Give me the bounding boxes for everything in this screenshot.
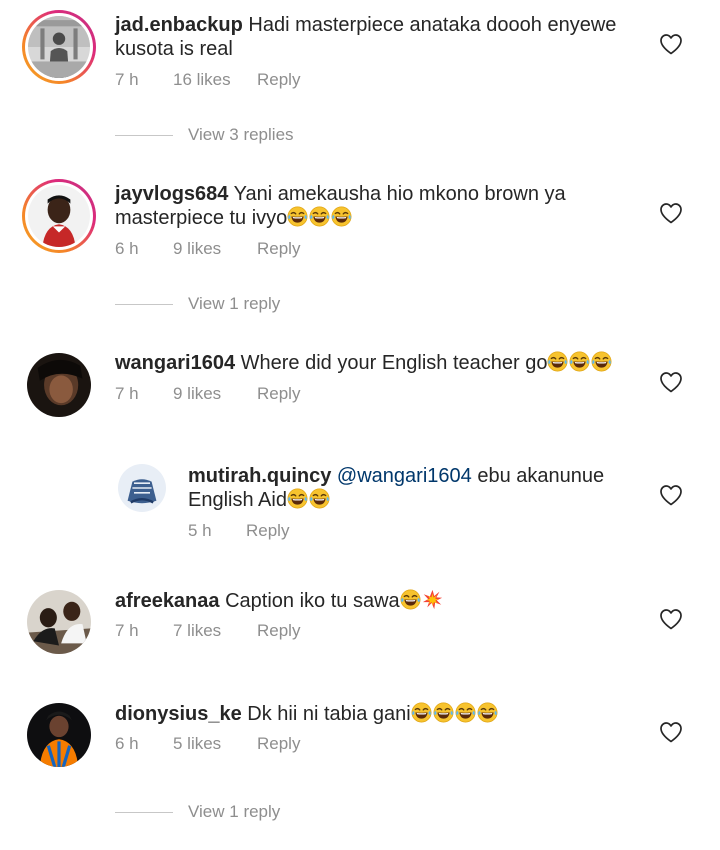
timestamp: 5 h — [188, 521, 212, 540]
comment-meta: 6 h 9 likes Reply — [115, 239, 300, 259]
face-with-tears-of-joy-icon — [400, 589, 421, 610]
likes-count[interactable]: 9 likes — [173, 239, 257, 259]
timestamp: 7 h — [115, 621, 139, 640]
comment-body: Caption iko tu sawa — [225, 590, 400, 612]
timestamp: 7 h — [115, 384, 139, 403]
view-replies-button[interactable]: View 1 reply — [115, 802, 280, 822]
view-replies-button[interactable]: View 1 reply — [115, 294, 280, 314]
comment-text: jad.enbackup Hadi masterpiece anataka do… — [115, 13, 645, 61]
avatar[interactable] — [27, 590, 91, 654]
comment-meta: 7 h 9 likes Reply — [115, 384, 300, 404]
face-with-tears-of-joy-icon — [287, 488, 308, 509]
comment-meta: 7 h 16 likes Reply — [115, 70, 300, 90]
face-with-tears-of-joy-icon — [309, 206, 330, 227]
comment-meta: 7 h 7 likes Reply — [115, 621, 300, 641]
comment-meta: 5 h Reply — [188, 521, 289, 541]
avatar[interactable] — [22, 10, 96, 84]
reply-button[interactable]: Reply — [246, 521, 289, 541]
heart-outline-icon[interactable] — [659, 721, 683, 743]
face-with-tears-of-joy-icon — [411, 702, 432, 723]
divider-line — [115, 812, 173, 814]
face-with-tears-of-joy-icon — [433, 702, 454, 723]
face-with-tears-of-joy-icon — [455, 702, 476, 723]
comment-text: afreekanaa Caption iko tu sawa — [115, 589, 645, 613]
username[interactable]: afreekanaa — [115, 590, 220, 612]
username[interactable]: mutirah.quincy — [188, 465, 331, 487]
likes-count[interactable]: 5 likes — [173, 734, 257, 754]
comment-body: Yani amekausha hio mkono brown ya — [233, 183, 566, 205]
avatar[interactable] — [22, 179, 96, 253]
face-with-tears-of-joy-icon — [331, 206, 352, 227]
face-with-tears-of-joy-icon — [287, 206, 308, 227]
reply-button[interactable]: Reply — [257, 621, 300, 641]
face-with-tears-of-joy-icon — [309, 488, 330, 509]
comment-text: wangari1604 Where did your English teach… — [115, 351, 645, 375]
comment-body: Dk hii ni tabia gani — [247, 703, 411, 725]
likes-count[interactable]: 9 likes — [173, 384, 257, 404]
comment-text: dionysius_ke Dk hii ni tabia gani — [115, 702, 645, 726]
comment-body: Where did your English teacher go — [240, 352, 548, 374]
username[interactable]: jad.enbackup — [115, 14, 243, 36]
comment-body-line2: English Aid — [188, 489, 287, 511]
face-with-tears-of-joy-icon — [477, 702, 498, 723]
comment-text: mutirah.quincy @wangari1604 ebu akanunue… — [188, 464, 648, 512]
avatar[interactable] — [27, 703, 91, 767]
heart-outline-icon[interactable] — [659, 608, 683, 630]
username[interactable]: jayvlogs684 — [115, 183, 228, 205]
collision-icon — [422, 589, 443, 610]
likes-count[interactable]: 16 likes — [173, 70, 257, 90]
timestamp: 7 h — [115, 70, 139, 89]
face-with-tears-of-joy-icon — [569, 351, 590, 372]
heart-outline-icon[interactable] — [659, 371, 683, 393]
reply-button[interactable]: Reply — [257, 70, 300, 90]
username[interactable]: dionysius_ke — [115, 703, 242, 725]
face-with-tears-of-joy-icon — [591, 351, 612, 372]
heart-outline-icon[interactable] — [659, 202, 683, 224]
username[interactable]: wangari1604 — [115, 352, 235, 374]
comment-meta: 6 h 5 likes Reply — [115, 734, 300, 754]
reply-button[interactable]: Reply — [257, 239, 300, 259]
avatar[interactable] — [118, 464, 166, 512]
mention-link[interactable]: @wangari1604 — [337, 465, 472, 487]
divider-line — [115, 135, 173, 137]
view-replies-button[interactable]: View 3 replies — [115, 125, 294, 145]
comment-body: ebu akanunue — [477, 465, 605, 487]
comment-text: jayvlogs684 Yani amekausha hio mkono bro… — [115, 182, 645, 230]
timestamp: 6 h — [115, 734, 139, 753]
reply-button[interactable]: Reply — [257, 734, 300, 754]
comment-body: Hadi masterpiece anataka doooh enyewe — [248, 14, 617, 36]
heart-outline-icon[interactable] — [659, 33, 683, 55]
heart-outline-icon[interactable] — [659, 484, 683, 506]
avatar[interactable] — [27, 353, 91, 417]
comment-body-line2: masterpiece tu ivyo — [115, 207, 288, 229]
reply-button[interactable]: Reply — [257, 384, 300, 404]
likes-count[interactable]: 7 likes — [173, 621, 257, 641]
comment-body-line2: kusota is real — [115, 38, 233, 60]
timestamp: 6 h — [115, 239, 139, 258]
face-with-tears-of-joy-icon — [547, 351, 568, 372]
divider-line — [115, 304, 173, 306]
